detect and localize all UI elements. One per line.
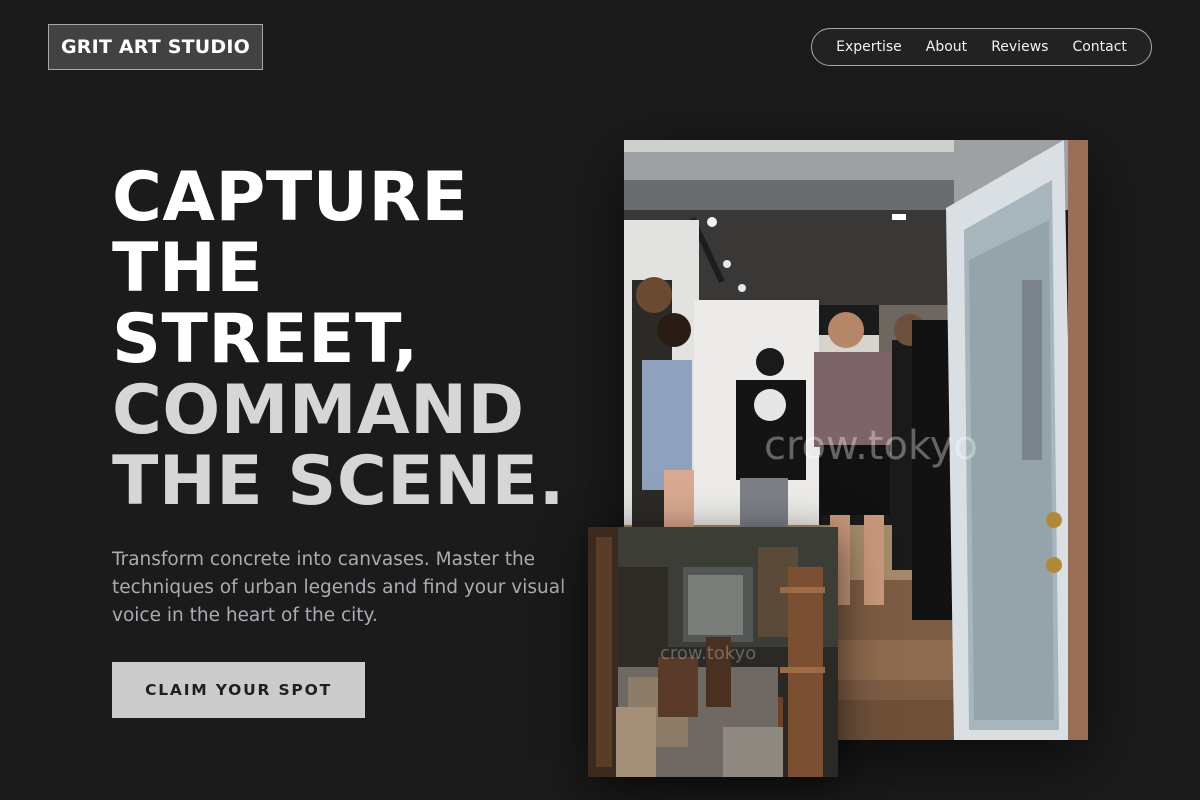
nav-link-reviews[interactable]: Reviews [991, 39, 1048, 55]
headline-line-1: CAPTURE [112, 158, 469, 237]
nav-link-about[interactable]: About [926, 39, 967, 55]
landing-page: GRIT ART STUDIO Expertise About Reviews … [0, 0, 1200, 800]
headline-line-4: COMMAND [112, 371, 525, 450]
brand-logo[interactable]: GRIT ART STUDIO [48, 24, 263, 70]
nav-link-contact[interactable]: Contact [1072, 39, 1126, 55]
claim-spot-button[interactable]: CLAIM YOUR SPOT [112, 662, 365, 718]
headline-line-2: THE [112, 229, 264, 308]
nav-link-expertise[interactable]: Expertise [836, 39, 902, 55]
studio-photo: crow.tokyo [588, 527, 838, 777]
headline-line-5: THE SCENE. [112, 442, 565, 521]
main-photo-watermark: crow.tokyo [764, 423, 978, 469]
inset-photo-watermark: crow.tokyo [660, 643, 757, 664]
headline-line-3: STREET, [112, 300, 419, 379]
brand-name: GRIT ART STUDIO [61, 36, 250, 58]
hero-subtext: Transform concrete into canvases. Master… [112, 549, 566, 626]
hero-headline: CAPTURE THE STREET, COMMAND THE SCENE. [112, 162, 565, 517]
main-nav: Expertise About Reviews Contact [811, 28, 1152, 66]
